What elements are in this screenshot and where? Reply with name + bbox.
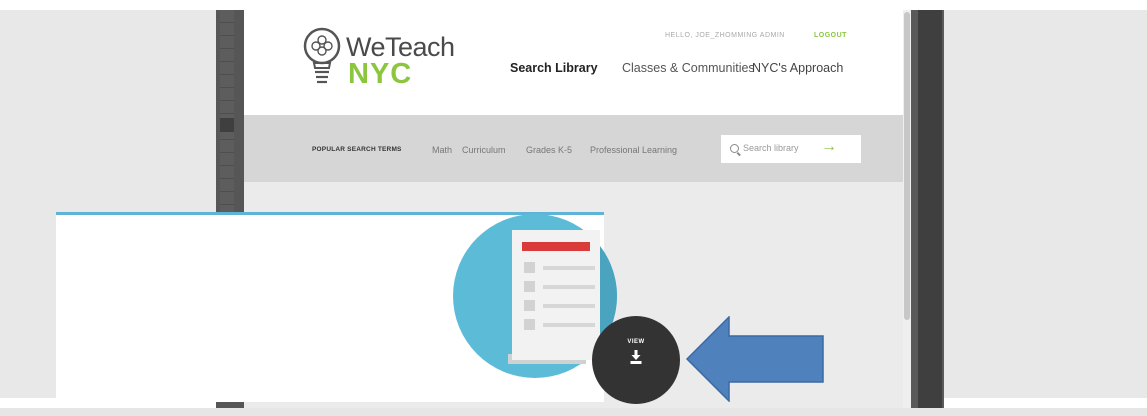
- popular-terms-label: POPULAR SEARCH TERMS: [312, 146, 402, 153]
- logo-city: NYC: [348, 58, 413, 90]
- search-term-grades[interactable]: Grades K-5: [526, 145, 572, 155]
- view-label: VIEW: [627, 339, 645, 345]
- window-frame-right-inner: [918, 10, 942, 408]
- site-header: WeTeach NYC HELLO, JOE_ZHOMMING ADMIN LO…: [244, 10, 903, 115]
- nav-nyc-approach[interactable]: NYC's Approach: [752, 61, 843, 75]
- logout-link[interactable]: LOGOUT: [814, 32, 847, 39]
- site-logo[interactable]: WeTeach NYC: [300, 20, 460, 100]
- frame-ruler-marker: [220, 118, 234, 132]
- search-bar: POPULAR SEARCH TERMS Math Curriculum Gra…: [244, 115, 903, 182]
- view-download-button[interactable]: VIEW: [592, 316, 680, 404]
- backdrop-top: [0, 0, 1147, 10]
- search-icon: [730, 144, 739, 153]
- arrow-right-icon[interactable]: →: [821, 138, 837, 156]
- search-term-curriculum[interactable]: Curriculum: [462, 145, 506, 155]
- search-term-professional-learning[interactable]: Professional Learning: [590, 145, 677, 155]
- nav-classes-communities[interactable]: Classes & Communities: [622, 61, 755, 75]
- search-input[interactable]: Search library →: [721, 135, 861, 163]
- right-gutter: [944, 10, 1147, 398]
- download-icon: [630, 350, 642, 364]
- account-greeting[interactable]: HELLO, JOE_ZHOMMING ADMIN: [665, 32, 785, 39]
- search-term-math[interactable]: Math: [432, 145, 452, 155]
- search-placeholder: Search library: [743, 143, 799, 153]
- nav-search-library[interactable]: Search Library: [510, 61, 598, 75]
- scrollbar-thumb[interactable]: [904, 12, 910, 320]
- annotation-arrow-icon: [685, 316, 824, 402]
- lightbulb-icon: [303, 27, 341, 84]
